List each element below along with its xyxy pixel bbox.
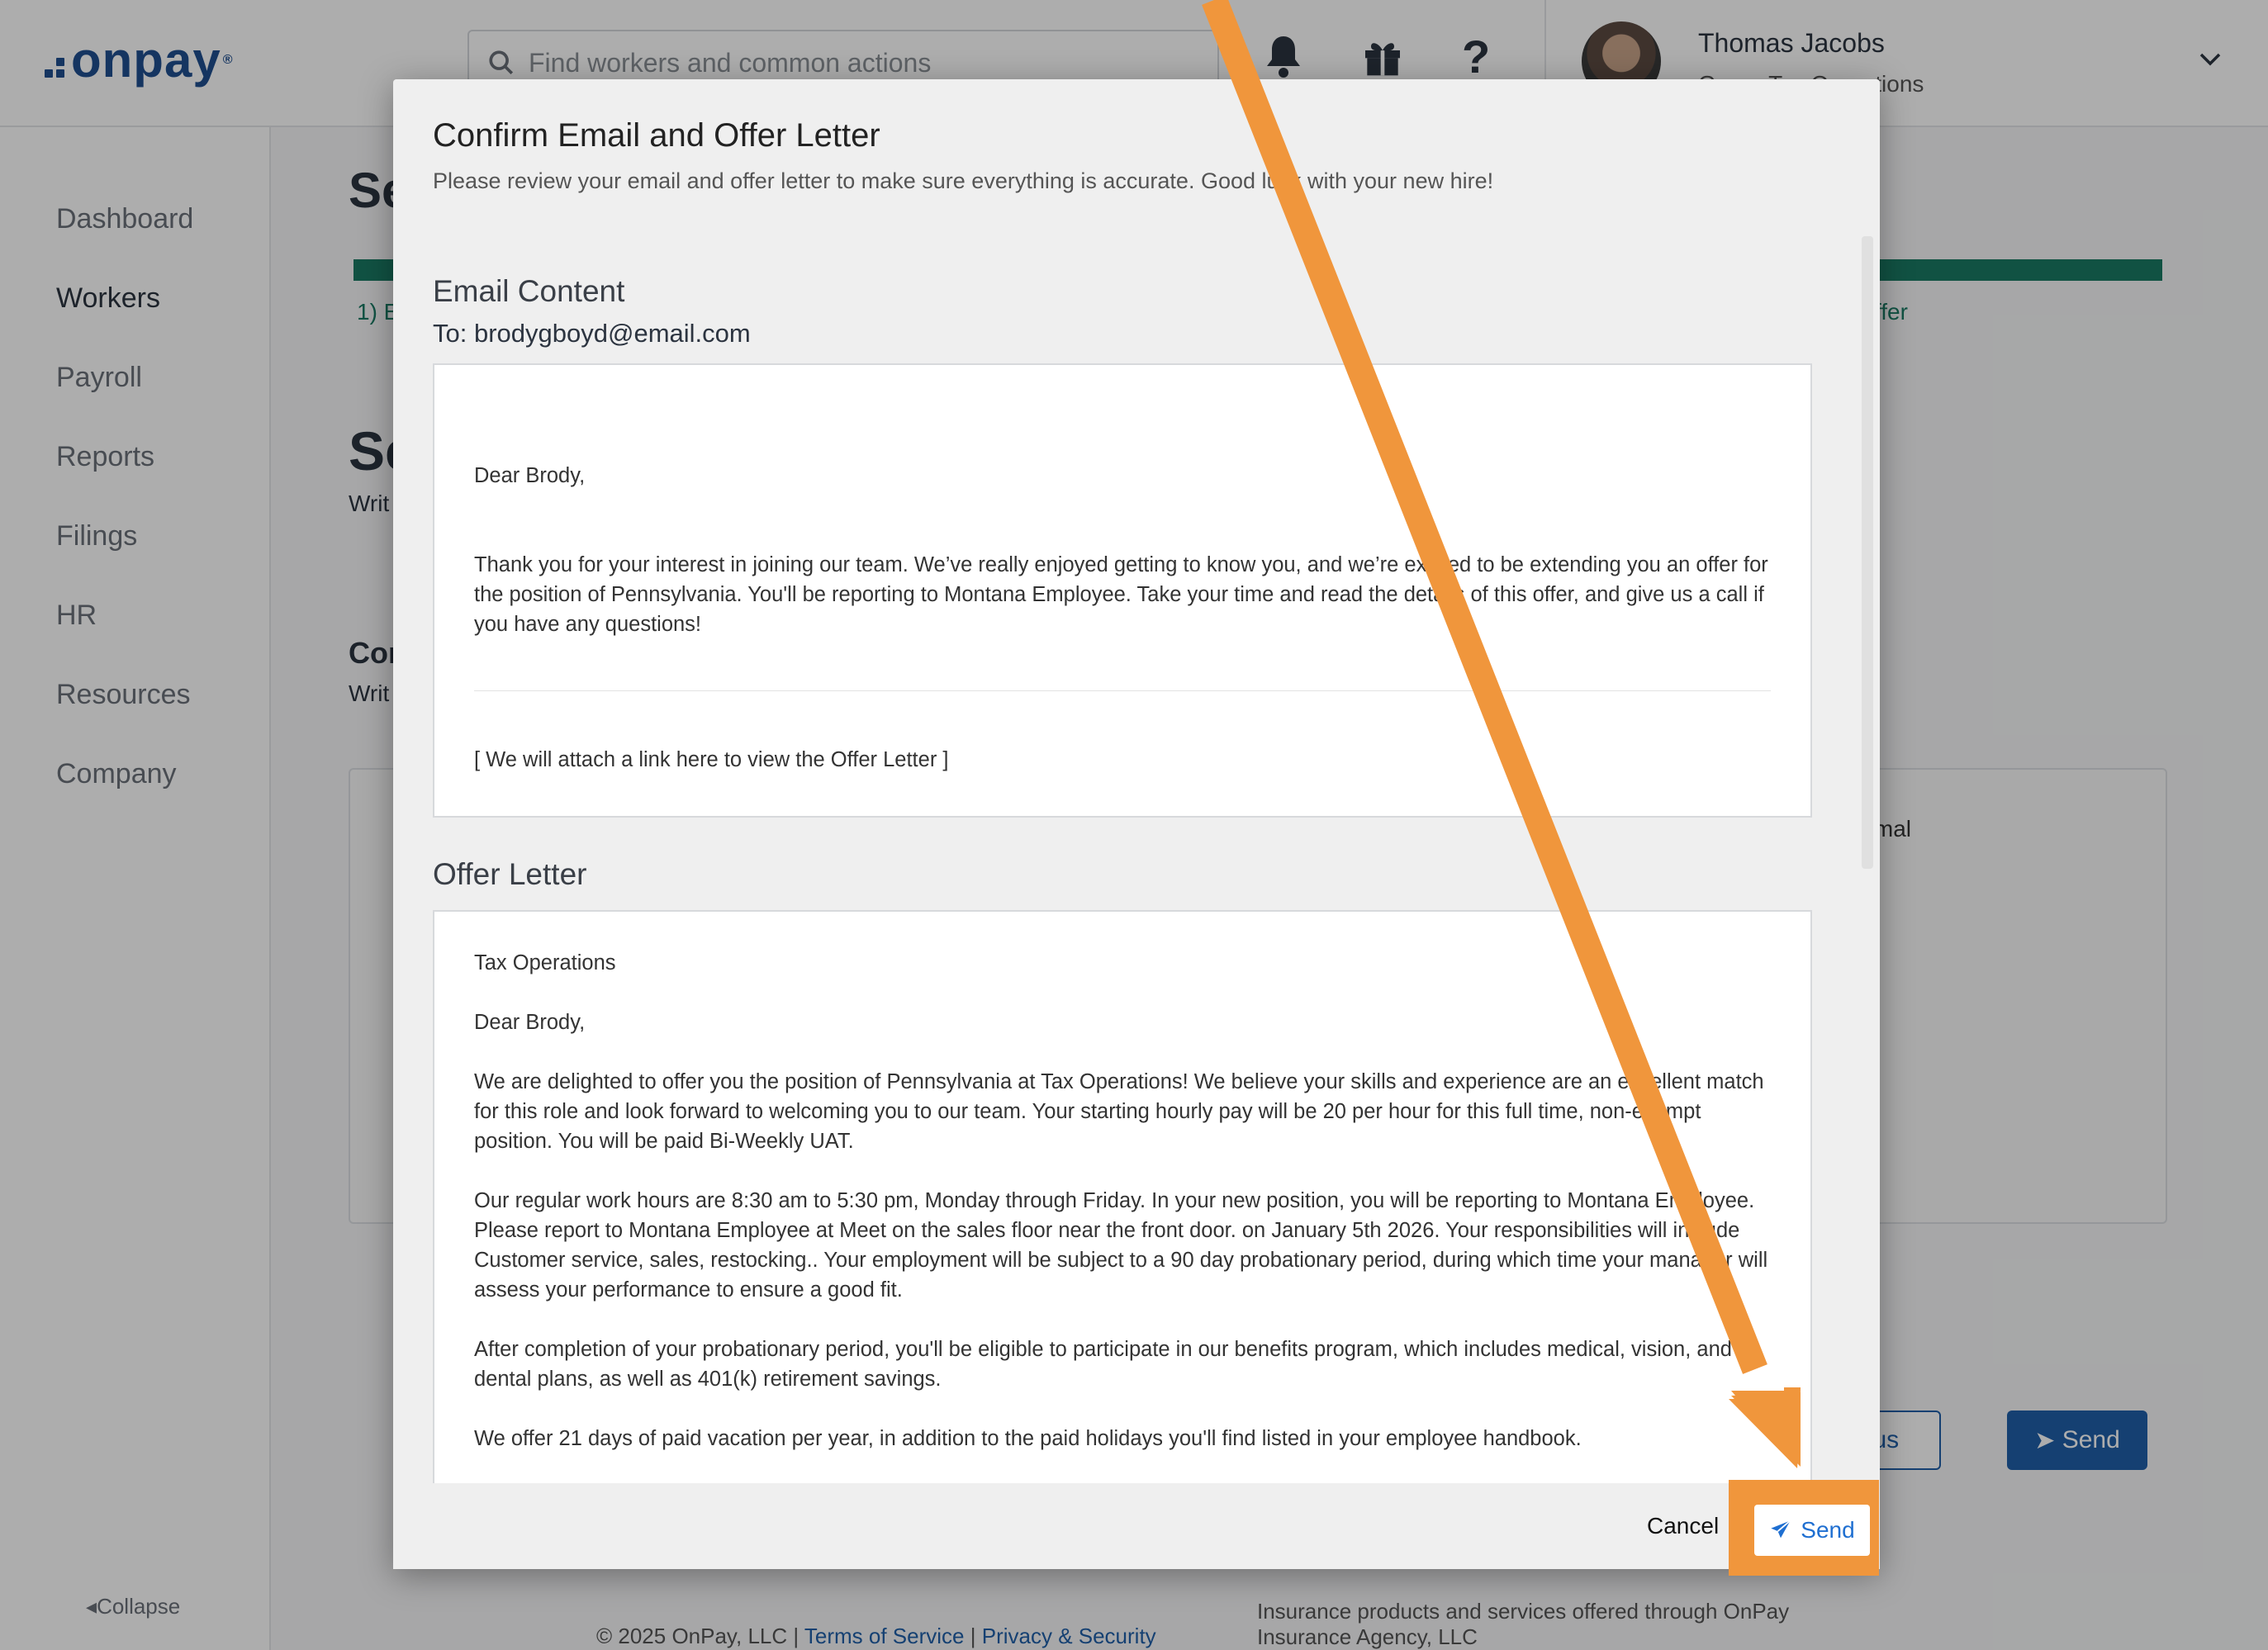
arrow-shaft — [1202, 0, 1767, 1374]
annotation-arrow — [1202, 0, 1801, 1468]
arrow-head — [1729, 1387, 1801, 1468]
